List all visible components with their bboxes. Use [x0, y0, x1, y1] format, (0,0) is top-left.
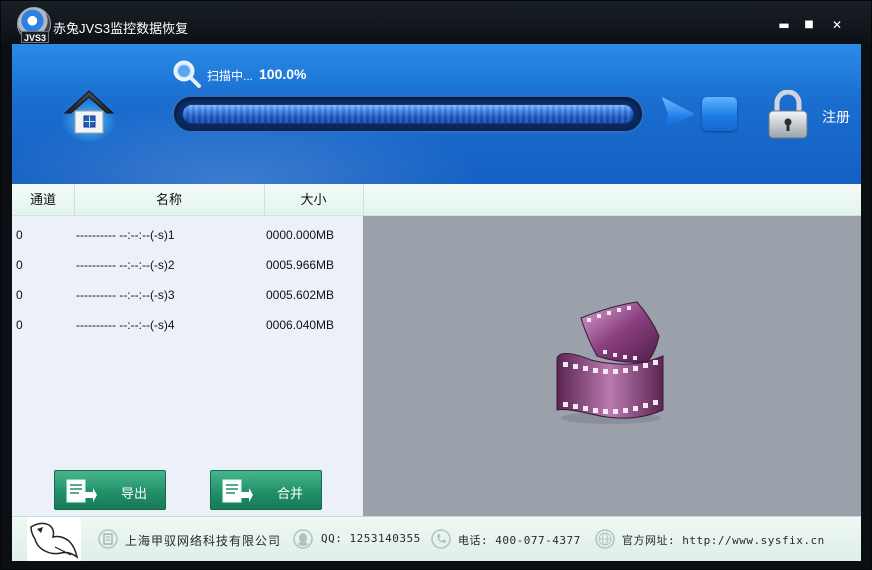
app-window: JVS3 赤兔JVS3监控数据恢复 ▬ ■ ✕ 扫描中... 100.0% 注册… [0, 0, 872, 570]
list-header: 通道 名称 大小 [12, 184, 861, 216]
app-logo-tag: JVS3 [21, 31, 49, 43]
row-name: ---------- --:--:--(-s)4 [76, 318, 175, 332]
row-size: 0005.966MB [266, 258, 335, 272]
building-icon [98, 529, 118, 549]
website-link[interactable]: 官方网址: http://www.sysfix.cn [622, 532, 825, 548]
merge-icon [222, 479, 253, 503]
scan-progress-bar [172, 95, 644, 133]
minimize-button[interactable]: ▬ [774, 15, 794, 35]
home-icon[interactable] [61, 85, 117, 141]
footer-bar: 上海甲驭网络科技有限公司 QQ: 1253140355 电话: 400-077-… [12, 516, 861, 561]
qq-icon [293, 529, 313, 549]
globe-icon [595, 529, 615, 549]
window-title: 赤兔JVS3监控数据恢复 [53, 21, 189, 36]
scan-percent: 100.0% [259, 66, 307, 82]
close-button[interactable]: ✕ [827, 15, 847, 35]
title-bar[interactable]: JVS3 赤兔JVS3监控数据恢复 ▬ ■ ✕ [1, 1, 871, 43]
phone-icon [431, 529, 451, 549]
merge-label: 合并 [277, 486, 304, 501]
company-name: 上海甲驭网络科技有限公司 [125, 534, 282, 548]
row-channel: 0 [16, 318, 23, 332]
row-size: 0006.040MB [266, 318, 335, 332]
stop-icon[interactable] [702, 97, 737, 131]
list-item[interactable]: 0 ---------- --:--:--(-s)4 0006.040MB [12, 310, 363, 340]
row-name: ---------- --:--:--(-s)1 [76, 228, 175, 242]
qq-number: QQ: 1253140355 [321, 532, 421, 545]
phone-number: 电话: 400-077-4377 [458, 534, 581, 547]
row-name: ---------- --:--:--(-s)3 [76, 288, 175, 302]
export-label: 导出 [121, 486, 148, 501]
row-name: ---------- --:--:--(-s)2 [76, 258, 175, 272]
play-icon[interactable] [660, 96, 696, 132]
row-size: 0005.602MB [266, 288, 335, 302]
scan-progress-fill [182, 104, 634, 124]
maximize-button[interactable]: ■ [799, 15, 819, 35]
row-channel: 0 [16, 228, 23, 242]
film-reel-icon [556, 301, 664, 424]
row-channel: 0 [16, 288, 23, 302]
list-item[interactable]: 0 ---------- --:--:--(-s)3 0005.602MB [12, 280, 363, 310]
col-separator [363, 184, 364, 216]
col-name-header[interactable]: 名称 [74, 184, 264, 216]
export-icon [66, 479, 97, 503]
col-channel-header[interactable]: 通道 [12, 184, 74, 216]
row-size: 0000.000MB [266, 228, 335, 242]
video-preview [363, 216, 861, 516]
search-icon [173, 60, 201, 88]
list-item[interactable]: 0 ---------- --:--:--(-s)1 0000.000MB [12, 220, 363, 250]
list-item[interactable]: 0 ---------- --:--:--(-s)2 0005.966MB [12, 250, 363, 280]
merge-button[interactable]: 合并 [210, 470, 322, 510]
company-logo [27, 517, 81, 561]
row-channel: 0 [16, 258, 23, 272]
col-size-header[interactable]: 大小 [264, 184, 363, 216]
export-button[interactable]: 导出 [54, 470, 166, 510]
register-link[interactable]: 注册 [822, 107, 850, 127]
scan-status-label: 扫描中... [207, 69, 254, 83]
lock-icon[interactable] [766, 90, 810, 140]
toolbar-header: 扫描中... 100.0% 注册 [12, 44, 861, 184]
